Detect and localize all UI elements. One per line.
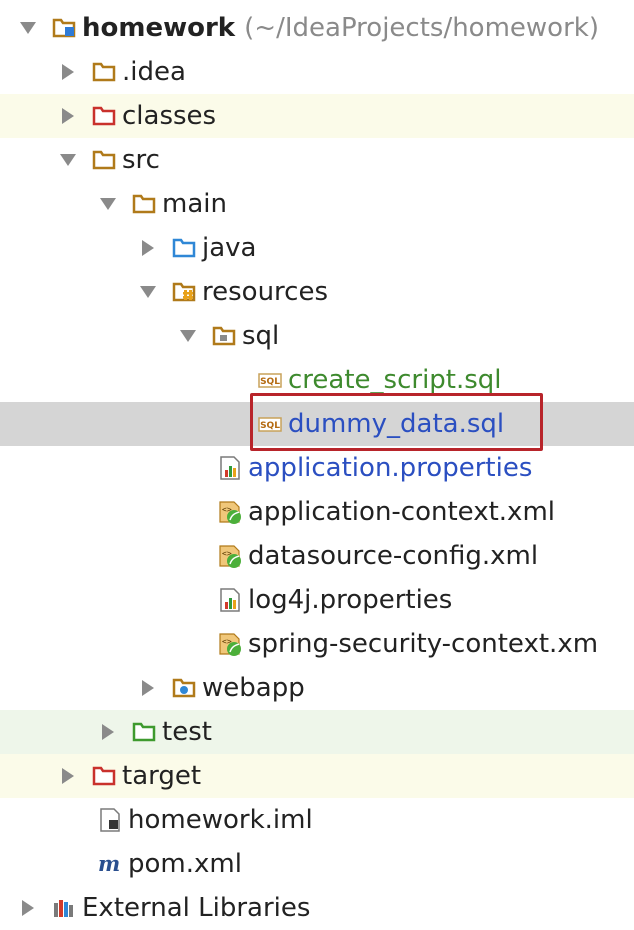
spring-xml-file-icon: <> [218,632,242,656]
tree-row-application-context-xml[interactable]: <> application-context.xml [0,490,634,534]
tree-row-java[interactable]: java [0,226,634,270]
tree-row-application-properties[interactable]: application.properties [0,446,634,490]
chevron-down-icon[interactable] [138,282,158,302]
libraries-icon [52,896,76,920]
tree-row-sql[interactable]: sql [0,314,634,358]
package-folder-icon [212,324,236,348]
tree-label: resources [202,277,329,307]
tree-label: datasource-config.xml [248,541,539,571]
tree-row-spring-security-context-xml[interactable]: <> spring-security-context.xm [0,622,634,666]
chevron-right-icon[interactable] [98,722,118,742]
tree-label: main [162,189,227,219]
tree-label: test [162,717,212,747]
tree-label: .idea [122,57,186,87]
maven-pom-icon: m [98,852,122,876]
project-path: (~/IdeaProjects/homework) [244,13,599,43]
chevron-down-icon[interactable] [98,194,118,214]
excluded-folder-icon [92,764,116,788]
chevron-down-icon[interactable] [18,18,38,38]
chevron-right-icon[interactable] [18,898,38,918]
tree-row-datasource-config-xml[interactable]: <> datasource-config.xml [0,534,634,578]
properties-file-icon [218,588,242,612]
folder-icon [92,60,116,84]
chevron-right-icon[interactable] [58,766,78,786]
tree-label: pom.xml [128,849,242,879]
test-folder-icon [132,720,156,744]
tree-row-main[interactable]: main [0,182,634,226]
svg-text:SQL: SQL [260,377,280,387]
tree-row-pom-xml[interactable]: m pom.xml [0,842,634,886]
tree-label: External Libraries [82,893,311,923]
tree-row-homework-iml[interactable]: homework.iml [0,798,634,842]
module-folder-icon [52,16,76,40]
chevron-down-icon[interactable] [58,150,78,170]
tree-row-classes[interactable]: classes [0,94,634,138]
tree-label: spring-security-context.xm [248,629,599,659]
tree-row-idea[interactable]: .idea [0,50,634,94]
tree-label: application.properties [248,453,533,483]
tree-label: webapp [202,673,305,703]
properties-file-icon [218,456,242,480]
source-folder-icon [172,236,196,260]
tree-label: log4j.properties [248,585,453,615]
chevron-right-icon[interactable] [138,238,158,258]
sql-file-icon: SQL [258,368,282,392]
tree-row-homework[interactable]: homework (~/IdeaProjects/homework) [0,6,634,50]
tree-row-target[interactable]: target [0,754,634,798]
spring-xml-file-icon: <> [218,544,242,568]
chevron-right-icon[interactable] [58,106,78,126]
tree-label: target [122,761,202,791]
tree-label: src [122,145,160,175]
chevron-right-icon[interactable] [138,678,158,698]
tree-label: java [202,233,257,263]
tree-row-external-libraries[interactable]: External Libraries [0,886,634,930]
iml-file-icon [98,808,122,832]
web-folder-icon [172,676,196,700]
tree-row-test[interactable]: test [0,710,634,754]
folder-icon [92,148,116,172]
tree-label: homework.iml [128,805,313,835]
highlight-box [250,393,543,451]
tree-row-src[interactable]: src [0,138,634,182]
tree-label: classes [122,101,217,131]
tree-row-log4j-properties[interactable]: log4j.properties [0,578,634,622]
tree-label-homework: homework (~/IdeaProjects/homework) [82,13,599,43]
tree-label: sql [242,321,280,351]
excluded-folder-icon [92,104,116,128]
svg-text:m: m [98,852,120,876]
tree-row-resources[interactable]: resources [0,270,634,314]
tree-label: application-context.xml [248,497,555,527]
tree-row-webapp[interactable]: webapp [0,666,634,710]
spring-xml-file-icon: <> [218,500,242,524]
chevron-down-icon[interactable] [178,326,198,346]
folder-icon [132,192,156,216]
resources-folder-icon [172,280,196,304]
chevron-right-icon[interactable] [58,62,78,82]
